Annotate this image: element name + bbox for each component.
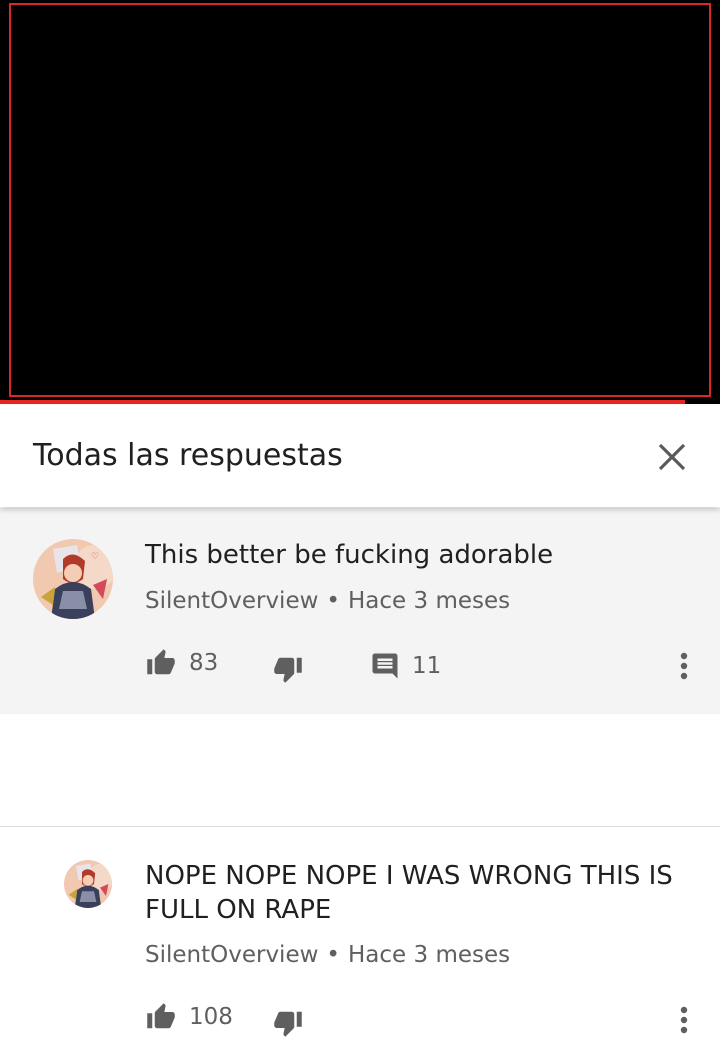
reply-count: 11 [412, 653, 442, 679]
author-name[interactable]: SilentOverview [145, 588, 318, 614]
avatar[interactable]: ♡ [33, 539, 113, 619]
replies-header: Todas las respuestas [0, 405, 720, 507]
comment-meta: SilentOverview • Hace 3 meses [145, 942, 510, 968]
more-vert-icon [680, 652, 688, 680]
panel-title: Todas las respuestas [33, 438, 343, 473]
comment-text: NOPE NOPE NOPE I WAS WRONG THIS IS FULL … [145, 861, 673, 925]
divider [0, 826, 720, 827]
more-options-button[interactable] [669, 646, 699, 686]
more-vert-icon [680, 1006, 688, 1034]
thumbs-down-icon [274, 657, 302, 683]
video-progress-bar[interactable] [0, 400, 685, 404]
more-options-button[interactable] [669, 1000, 699, 1040]
author-name[interactable]: SilentOverview [145, 942, 318, 968]
comment-icon [372, 653, 398, 679]
like-button[interactable]: 83 [145, 648, 218, 678]
thumbs-up-icon [147, 649, 175, 675]
avatar[interactable] [64, 860, 112, 908]
comment-text: This better be fucking adorable [145, 540, 554, 570]
close-button[interactable] [652, 437, 692, 477]
meta-separator: • [326, 942, 340, 968]
meta-separator: • [326, 588, 340, 614]
dislike-button[interactable] [272, 654, 304, 684]
close-icon [658, 443, 686, 471]
main-comment: ♡ This better be fucking adorable Silent… [0, 508, 720, 714]
thumbs-up-icon [147, 1003, 175, 1029]
video-frame [9, 3, 711, 397]
thumbs-down-icon [274, 1011, 302, 1037]
dislike-button[interactable] [272, 1008, 304, 1038]
comment-time: Hace 3 meses [348, 942, 511, 968]
svg-text:♡: ♡ [91, 552, 99, 562]
like-count: 108 [189, 1004, 233, 1030]
reply-button[interactable]: 11 [370, 650, 441, 682]
comment-meta: SilentOverview • Hace 3 meses [145, 588, 510, 614]
like-count: 83 [189, 650, 219, 676]
video-player[interactable] [0, 0, 720, 404]
comment-time: Hace 3 meses [348, 588, 511, 614]
like-button[interactable]: 108 [145, 1002, 233, 1032]
